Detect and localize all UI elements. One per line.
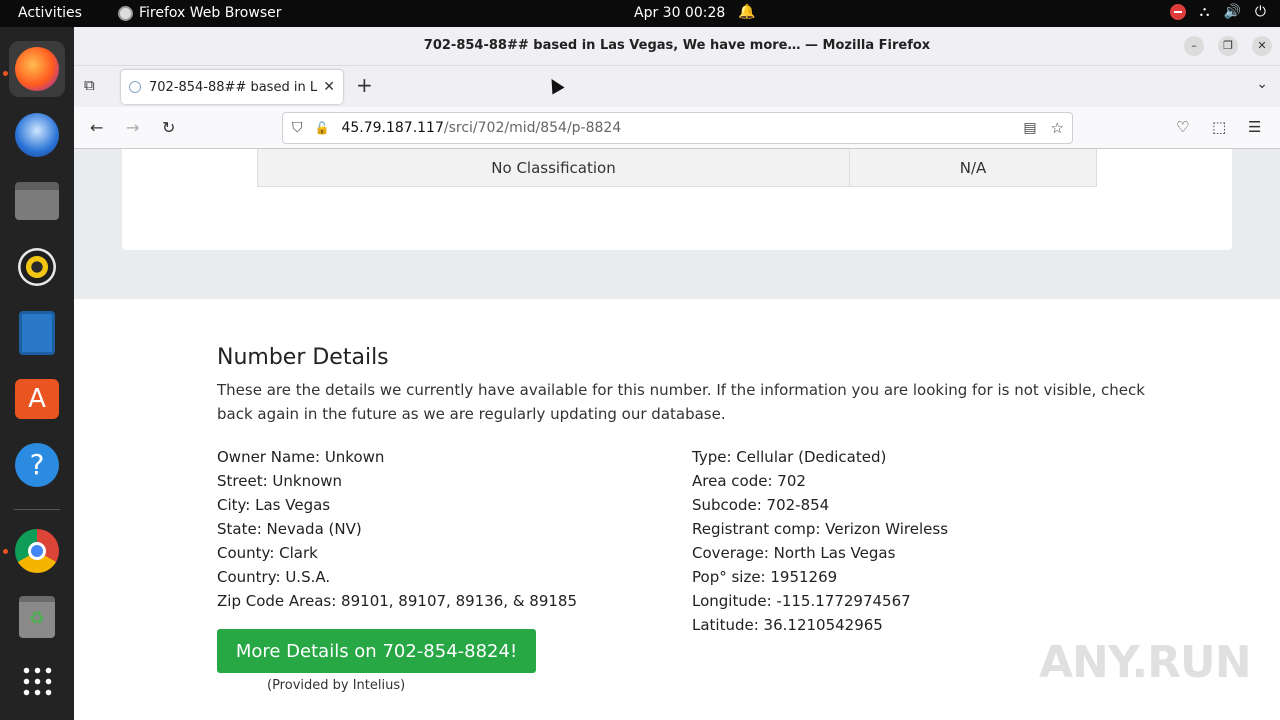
- more-details-button[interactable]: More Details on 702-854-8824!: [217, 629, 536, 673]
- app-grid-icon: [21, 665, 53, 697]
- system-tray[interactable]: ⛬ 🔊 ⏻: [1169, 4, 1266, 20]
- number-details: Number Details These are the details we …: [217, 345, 1147, 693]
- rhythmbox-icon: [18, 248, 56, 286]
- minimize-button[interactable]: –: [1184, 36, 1204, 56]
- detail-zip: Zip Code Areas: 89101, 89107, 89136, & 8…: [217, 592, 577, 610]
- do-not-disturb-icon: [1169, 4, 1186, 20]
- detail-state: State: Nevada (NV): [217, 520, 362, 538]
- detail-city: City: Las Vegas: [217, 496, 331, 514]
- page-content: No Classification N/A Number Details The…: [74, 149, 1280, 720]
- dock-chrome[interactable]: [9, 523, 65, 579]
- firefox-view-icon[interactable]: ⧉: [84, 76, 104, 96]
- app-menu[interactable]: Firefox Web Browser: [118, 5, 282, 21]
- url-text[interactable]: 45.79.187.117/srci/702/mid/854/p-8824: [341, 120, 1023, 136]
- dock-separator: [14, 509, 60, 510]
- volume-icon: 🔊: [1223, 4, 1241, 20]
- forward-button[interactable]: →: [126, 118, 139, 137]
- url-path: /srci/702/mid/854/p-8824: [443, 120, 622, 136]
- notification-bell-icon: 🔔: [738, 4, 756, 20]
- classification-cell: No Classification: [258, 149, 850, 186]
- help-icon: ?: [15, 443, 59, 487]
- writer-icon: [19, 311, 55, 355]
- detail-longitude: Longitude: -115.1772974567: [692, 592, 911, 610]
- dock-firefox[interactable]: [9, 41, 65, 97]
- dock-files[interactable]: [9, 173, 65, 229]
- details-heading: Number Details: [217, 345, 389, 370]
- running-indicator: [3, 71, 8, 76]
- firefox-window: 702-854-88## based in Las Vegas, We have…: [74, 27, 1280, 720]
- tab-favicon-icon: [129, 81, 141, 93]
- dock-software[interactable]: A: [9, 371, 65, 427]
- detail-registrant: Registrant comp: Verizon Wireless: [692, 520, 949, 538]
- classification-card: No Classification N/A: [122, 149, 1232, 250]
- insecure-lock-icon[interactable]: 🔓: [315, 121, 330, 135]
- dock: A ? ♻: [0, 27, 74, 720]
- files-icon: [15, 182, 59, 220]
- detail-subcode: Subcode: 702-854: [692, 496, 830, 514]
- details-description: These are the details we currently have …: [217, 381, 1145, 423]
- detail-type: Type: Cellular (Dedicated): [692, 448, 887, 466]
- details-right-column: Type: Cellular (Dedicated) Area code: 70…: [692, 445, 948, 637]
- details-left-column: Owner Name: Unkown Street: Unknown City:…: [217, 445, 577, 613]
- gray-section: No Classification N/A: [74, 149, 1280, 299]
- dock-writer[interactable]: [9, 305, 65, 361]
- detail-country: Country: U.S.A.: [217, 568, 331, 586]
- extensions-icon[interactable]: ⬚: [1212, 118, 1226, 136]
- trash-icon: ♻: [19, 596, 55, 638]
- url-bar[interactable]: ⛉ 🔓 45.79.187.117/srci/702/mid/854/p-882…: [282, 112, 1073, 144]
- firefox-small-icon: [118, 5, 133, 21]
- chrome-icon: [15, 529, 59, 573]
- network-icon: ⛬: [1199, 4, 1210, 20]
- list-all-tabs-icon[interactable]: ⌄: [1256, 76, 1268, 92]
- table-row: No Classification N/A: [257, 149, 1097, 187]
- detail-street: Street: Unknown: [217, 472, 343, 490]
- close-window-button[interactable]: ✕: [1252, 36, 1272, 56]
- reload-button[interactable]: ↻: [162, 118, 175, 137]
- gnome-top-bar: Activities Firefox Web Browser Apr 30 00…: [0, 0, 1280, 27]
- bookmark-star-icon[interactable]: ☆: [1051, 119, 1064, 137]
- tab-active[interactable]: 702-854-88## based in Las Vegas ✕: [121, 70, 343, 104]
- detail-area-code: Area code: 702: [692, 472, 806, 490]
- tracking-protection-icon[interactable]: ⛉: [292, 120, 303, 136]
- mouse-cursor-icon: [545, 75, 565, 95]
- new-tab-button[interactable]: +: [356, 73, 373, 97]
- tab-close-icon[interactable]: ✕: [323, 79, 335, 95]
- detail-pop-size: Pop° size: 1951269: [692, 568, 838, 586]
- menu-icon[interactable]: ☰: [1248, 118, 1261, 136]
- dock-app-grid[interactable]: [9, 653, 65, 709]
- reader-view-icon[interactable]: ▤: [1023, 120, 1036, 136]
- url-host: 45.79.187.117: [341, 120, 444, 136]
- clock[interactable]: Apr 30 00:28: [634, 5, 725, 21]
- detail-coverage: Coverage: North Las Vegas: [692, 544, 896, 562]
- firefox-icon: [15, 47, 59, 91]
- dock-trash[interactable]: ♻: [9, 589, 65, 645]
- value-cell: N/A: [959, 158, 987, 177]
- tab-title: 702-854-88## based in Las Vegas: [149, 79, 318, 95]
- detail-latitude: Latitude: 36.1210542965: [692, 616, 883, 634]
- activities-button[interactable]: Activities: [18, 5, 82, 21]
- power-icon: ⏻: [1254, 4, 1266, 20]
- detail-owner: Owner Name: Unkown: [217, 448, 385, 466]
- provided-by-label: (Provided by Intelius): [267, 678, 406, 693]
- detail-county: County: Clark: [217, 544, 318, 562]
- tab-bar: ⧉ 702-854-88## based in Las Vegas ✕ + ⌄: [74, 66, 1280, 107]
- maximize-button[interactable]: ❐: [1218, 36, 1238, 56]
- window-title: 702-854-88## based in Las Vegas, We have…: [423, 38, 931, 53]
- title-bar: 702-854-88## based in Las Vegas, We have…: [74, 27, 1280, 66]
- dock-rhythmbox[interactable]: [9, 239, 65, 295]
- back-button[interactable]: ←: [90, 118, 103, 137]
- navigation-bar: ← → ↻ ⛉ 🔓 45.79.187.117/srci/702/mid/854…: [74, 107, 1280, 149]
- dock-thunderbird[interactable]: [9, 107, 65, 163]
- pocket-icon[interactable]: ♡: [1176, 118, 1189, 136]
- dock-help[interactable]: ?: [9, 437, 65, 493]
- running-indicator: [3, 549, 8, 554]
- app-menu-label: Firefox Web Browser: [139, 5, 282, 21]
- thunderbird-icon: [15, 113, 59, 157]
- anyrun-watermark: ANY.RUN: [1039, 637, 1252, 688]
- software-icon: A: [15, 379, 59, 419]
